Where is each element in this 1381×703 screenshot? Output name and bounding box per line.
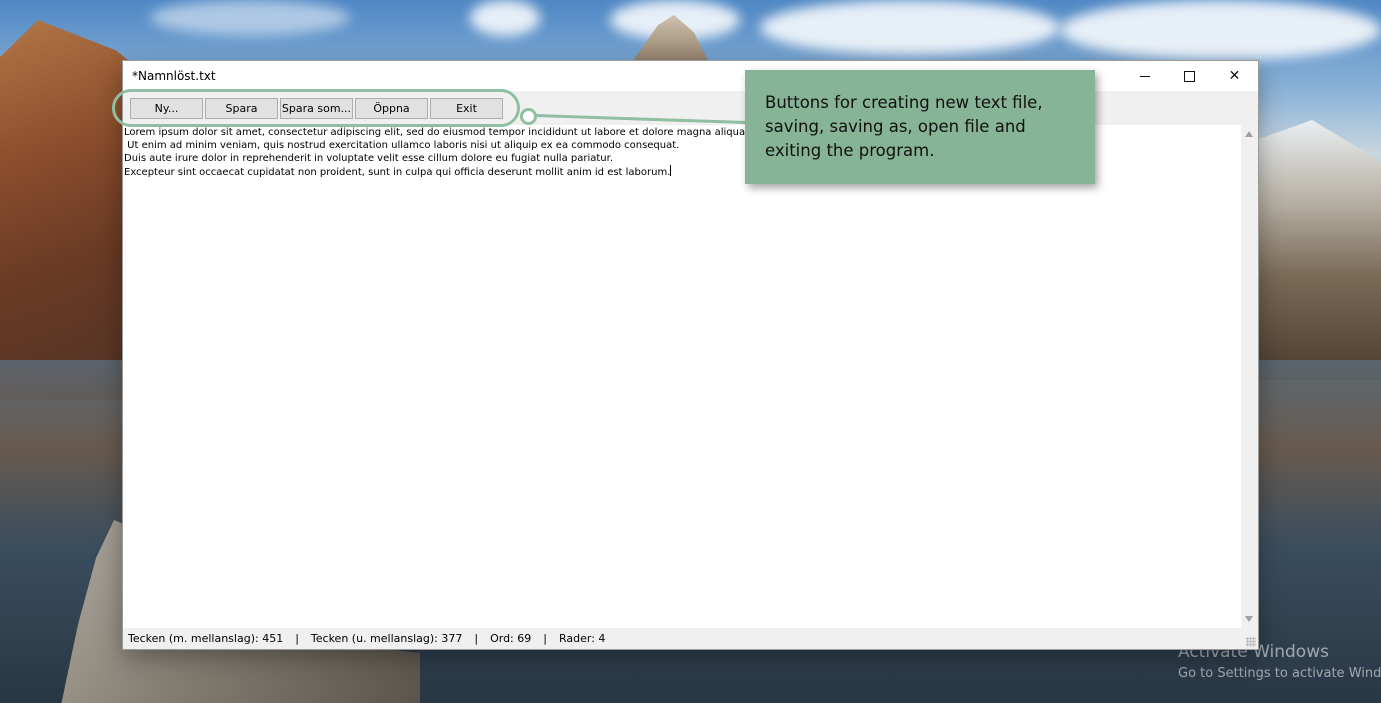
minimize-button[interactable] xyxy=(1122,61,1167,91)
maximize-icon xyxy=(1184,70,1195,82)
status-bar: Tecken (m. mellanslag): 451 | Tecken (u.… xyxy=(123,628,1258,649)
close-button[interactable]: ✕ xyxy=(1212,61,1257,91)
toolbar-highlight-outline xyxy=(112,89,520,127)
status-separator: | xyxy=(474,632,479,645)
text-caret xyxy=(670,165,672,176)
scroll-up-icon[interactable] xyxy=(1245,131,1253,137)
vertical-scrollbar[interactable] xyxy=(1241,125,1258,628)
text-area[interactable]: Lorem ipsum dolor sit amet, consectetur … xyxy=(123,125,1258,628)
line-count: Rader: 4 xyxy=(558,632,606,645)
annotation-callout: Buttons for creating new text file, savi… xyxy=(745,70,1095,184)
callout-connector-dot xyxy=(520,108,537,125)
resize-grip-icon[interactable] xyxy=(1246,637,1256,647)
text-line: Ut enim ad minim veniam, quis nostrud ex… xyxy=(124,140,680,151)
maximize-button[interactable] xyxy=(1167,61,1212,91)
word-count: Ord: 69 xyxy=(490,632,532,645)
text-line: Excepteur sint occaecat cupidatat non pr… xyxy=(124,167,671,178)
text-line: Duis aute irure dolor in reprehenderit i… xyxy=(124,153,614,164)
watermark-subtitle: Go to Settings to activate Windows. xyxy=(1178,666,1381,681)
close-icon: ✕ xyxy=(1228,68,1241,84)
minimize-icon xyxy=(1139,75,1150,77)
status-separator: | xyxy=(543,632,547,645)
char-count-with-spaces: Tecken (m. mellanslag): 451 xyxy=(128,632,284,645)
scroll-down-icon[interactable] xyxy=(1245,616,1253,622)
status-separator: | xyxy=(295,632,299,645)
text-content[interactable]: Lorem ipsum dolor sit amet, consectetur … xyxy=(124,126,1234,626)
char-count-without-spaces: Tecken (u. mellanslag): 377 xyxy=(310,632,463,645)
text-line: Lorem ipsum dolor sit amet, consectetur … xyxy=(124,127,749,138)
window-title: *Namnlöst.txt xyxy=(132,69,216,83)
